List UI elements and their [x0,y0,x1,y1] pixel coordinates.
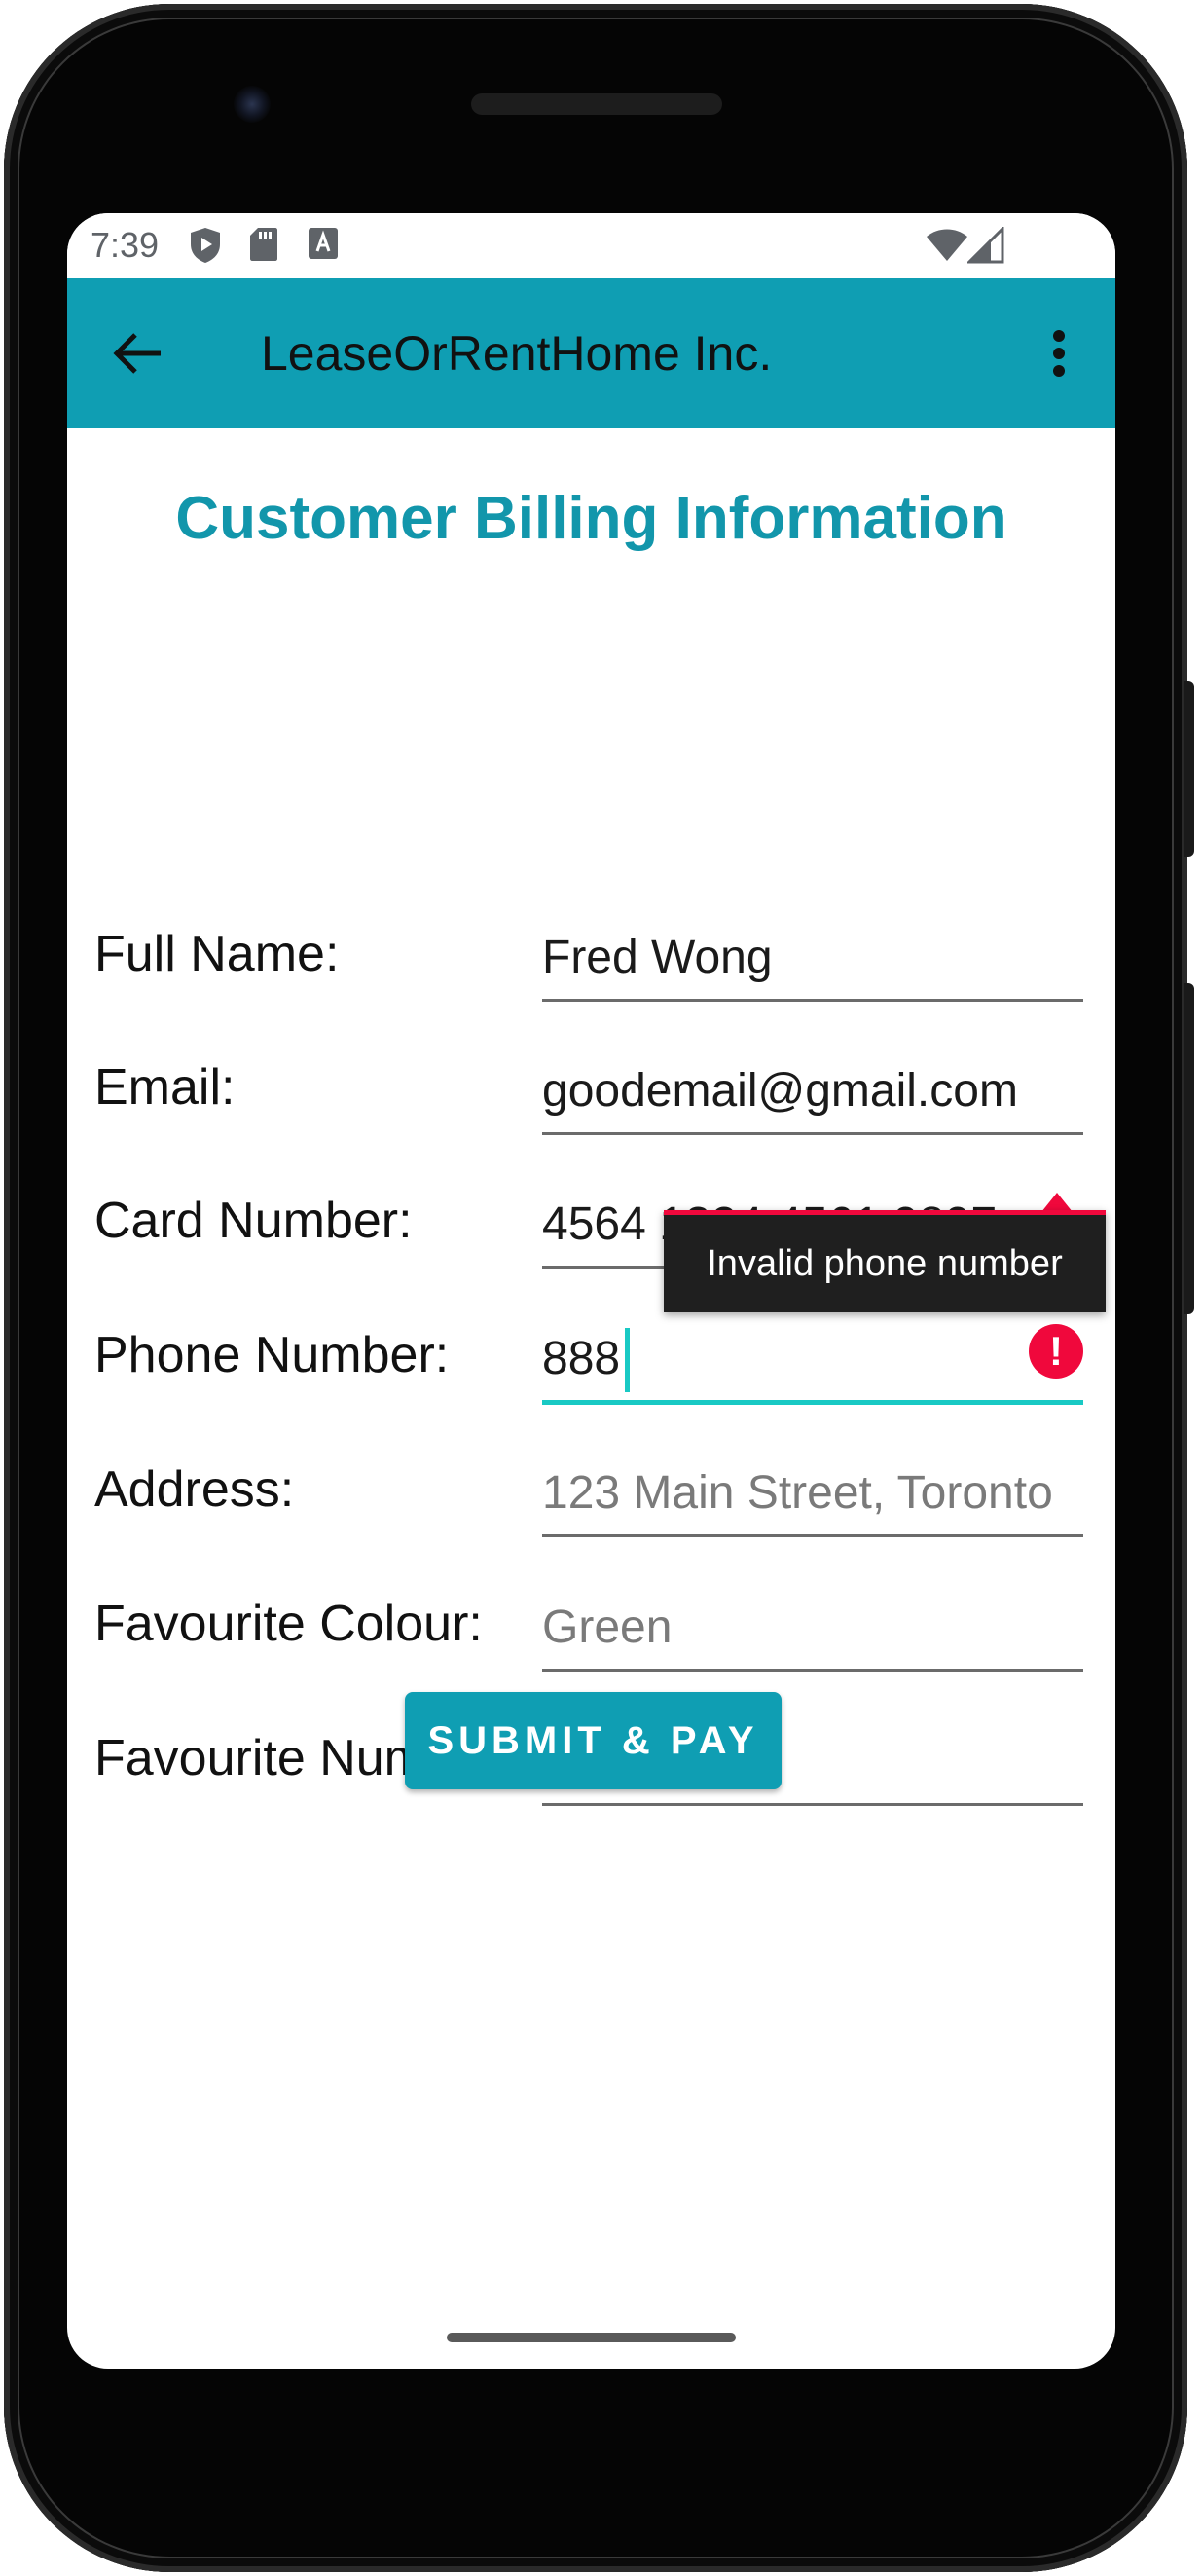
submit-pay-button[interactable]: SUBMIT & PAY [405,1692,782,1789]
volume-button [1184,983,1194,1314]
full-name-label: Full Name: [94,926,340,982]
phone-device: 7:39 LeaseOrRentHome Inc. Customer Billi… [0,0,1202,2576]
more-vert-icon [1053,330,1065,377]
address-field[interactable]: 123 Main Street, Toronto [542,1437,1083,1537]
form-row-phone-number: Phone Number: 888 ! [67,1303,1115,1410]
text-cursor [625,1328,630,1392]
back-button[interactable] [104,320,170,386]
error-popup-caret [1041,1193,1073,1212]
status-time: 7:39 [91,225,160,265]
home-indicator[interactable] [447,2333,736,2342]
wifi-icon [926,229,968,262]
error-message: Invalid phone number [707,1242,1063,1284]
card-number-label: Card Number: [94,1193,413,1249]
email-field[interactable]: goodemail@gmail.com [542,1035,1083,1135]
favourite-colour-hint: Green [542,1601,673,1653]
full-name-value: Fred Wong [542,932,773,983]
earpiece-speaker [471,93,722,115]
sd-card-icon [249,227,278,262]
favourite-colour-field[interactable]: Green [542,1571,1083,1672]
form-row-full-name: Full Name: Fred Wong [67,902,1115,1009]
favourite-colour-label: Favourite Colour: [94,1596,483,1652]
form-row-favourite-colour: Favourite Colour: Green [67,1571,1115,1678]
address-hint: 123 Main Street, Toronto [542,1467,1053,1519]
overflow-menu-button[interactable] [1036,320,1082,386]
full-name-field[interactable]: Fred Wong [542,902,1083,1002]
arrow-back-icon [113,333,161,374]
screen: 7:39 LeaseOrRentHome Inc. Customer Billi… [67,213,1115,2369]
form-row-address: Address: 123 Main Street, Toronto [67,1437,1115,1544]
power-button [1184,681,1194,857]
app-bar: LeaseOrRentHome Inc. [67,278,1115,428]
front-camera [234,86,271,123]
page-heading: Customer Billing Information [175,485,1007,552]
status-bar: 7:39 [67,213,1115,278]
shield-play-icon [189,227,222,264]
cell-signal-icon [967,227,1004,264]
phone-number-label: Phone Number: [94,1327,450,1383]
text-a-icon [308,227,339,260]
email-value: goodemail@gmail.com [542,1065,1018,1117]
error-popup: Invalid phone number [664,1210,1106,1312]
email-label: Email: [94,1059,236,1116]
phone-number-value: 888 [542,1333,621,1384]
submit-pay-label: SUBMIT & PAY [427,1718,759,1762]
app-title: LeaseOrRentHome Inc. [261,326,773,381]
form-row-email: Email: goodemail@gmail.com [67,1035,1115,1142]
error-icon: ! [1029,1324,1083,1379]
address-label: Address: [94,1461,295,1518]
phone-number-field[interactable]: 888 ! [542,1303,1083,1405]
